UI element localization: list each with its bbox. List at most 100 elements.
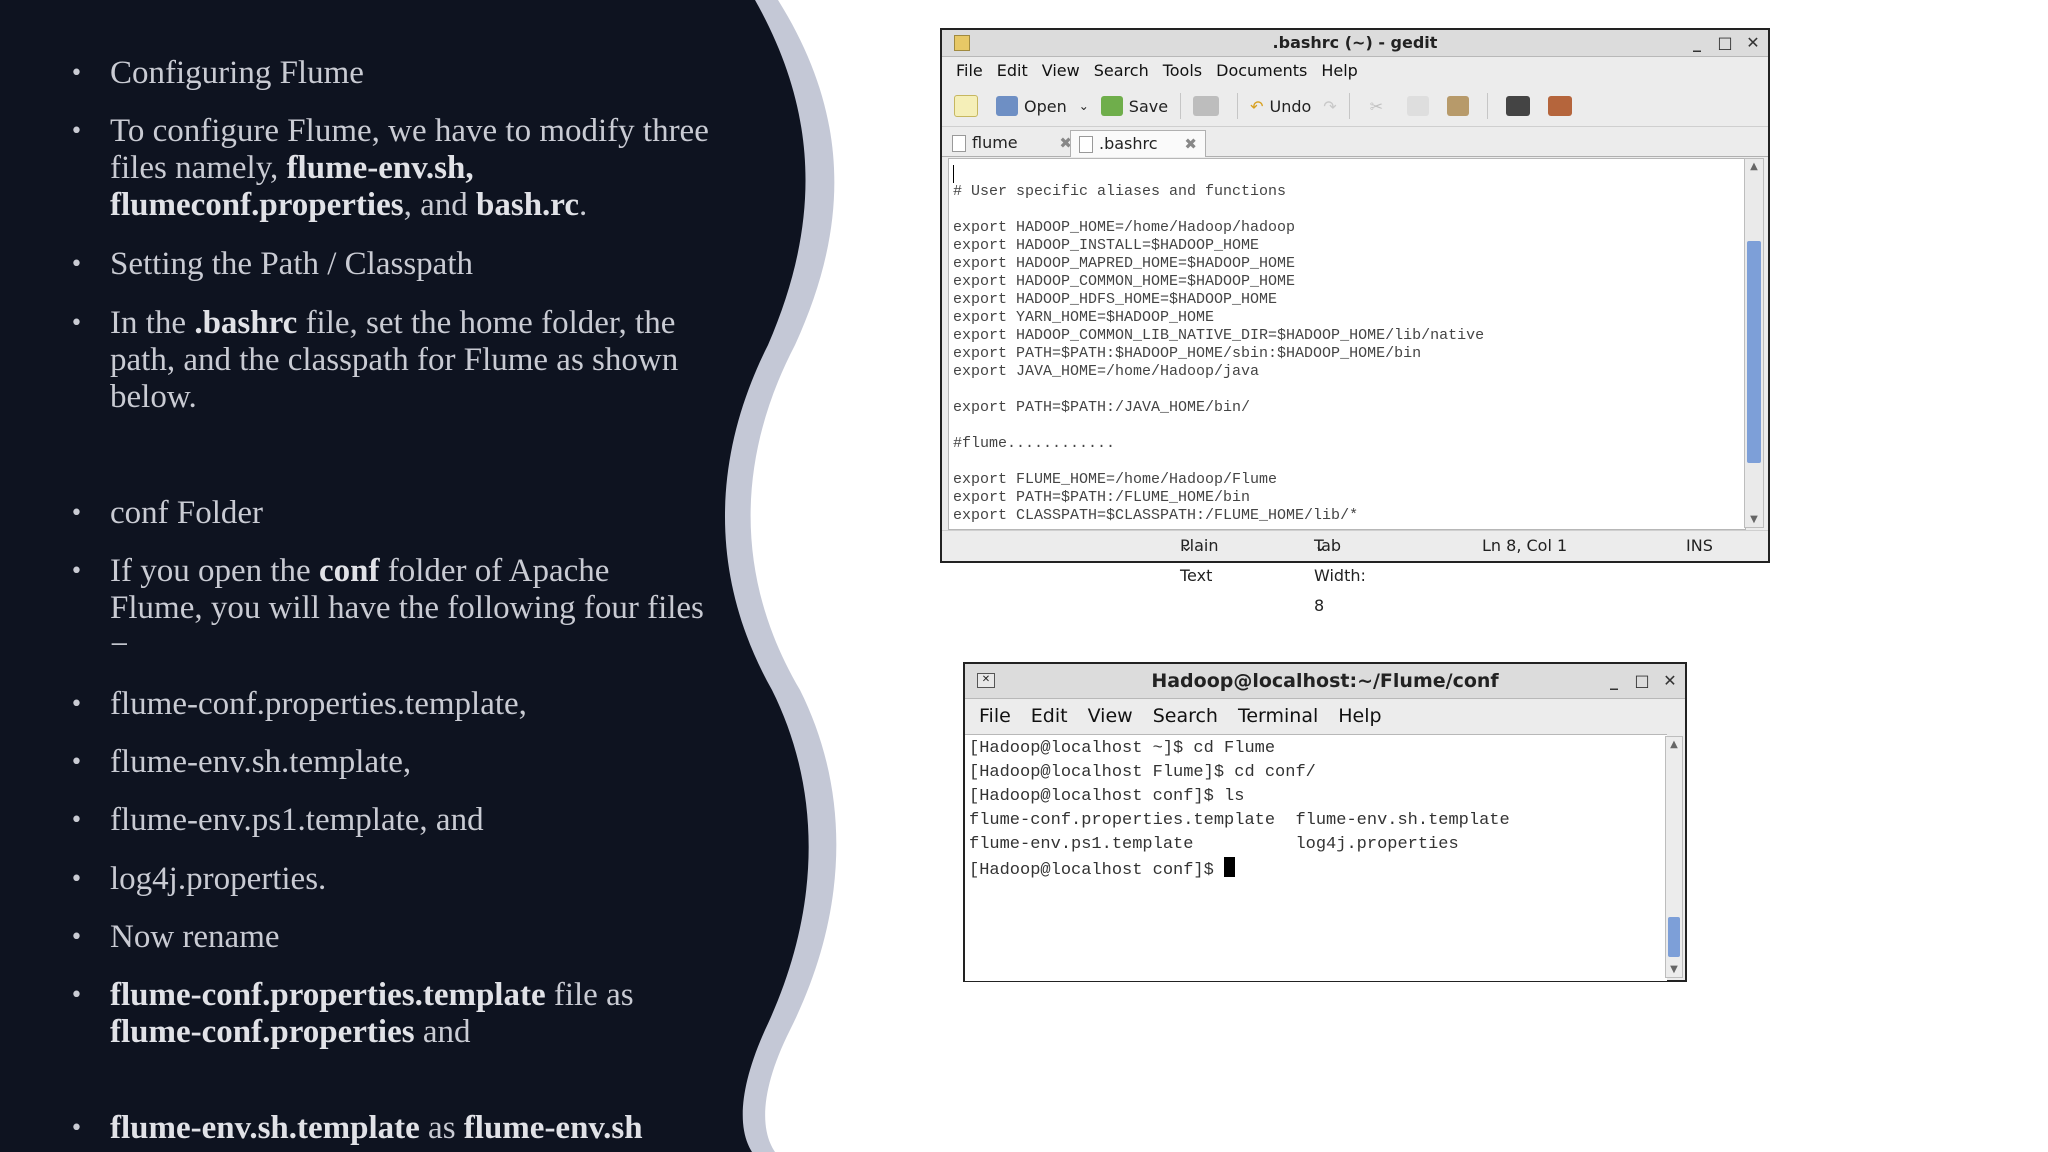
language-selector[interactable]: Plain Text ⌄ <box>1180 531 1218 585</box>
menu-file[interactable]: File <box>956 58 983 84</box>
code-line: export HADOOP_COMMON_HOME=$HADOOP_HOME <box>953 273 1296 290</box>
scroll-up-icon[interactable]: ▲ <box>1666 739 1682 750</box>
menu-view[interactable]: View <box>1088 700 1133 732</box>
menu-terminal[interactable]: Terminal <box>1238 700 1318 732</box>
scissors-icon: ✂ <box>1369 96 1384 116</box>
code-line: export HADOOP_HOME=/home/Hadoop/hadoop <box>953 219 1296 236</box>
save-icon <box>1100 96 1123 116</box>
save-button[interactable]: Save <box>1100 96 1169 116</box>
code-line: #flume............ <box>953 435 1116 452</box>
terminal-menubar: File Edit View Search Terminal Help <box>965 700 1685 732</box>
tab-flume[interactable]: flume ✖ <box>944 130 1074 156</box>
bullet-text: flume-env.sh.template, <box>110 744 412 780</box>
tab-label: flume <box>972 133 1018 152</box>
binoculars-icon <box>1506 96 1531 116</box>
new-document-icon <box>954 95 978 117</box>
bullet-dot-icon: • <box>70 750 83 775</box>
redo-arrow-icon: ↷ <box>1323 96 1337 116</box>
code-line: export PATH=$PATH:/JAVA_HOME/bin/ <box>953 399 1251 416</box>
undo-arrow-icon: ↶ <box>1250 96 1264 116</box>
gedit-app-icon <box>954 35 970 51</box>
cursor-position: Ln 8, Col 1 <box>1482 536 1568 555</box>
find-button[interactable] <box>1500 96 1536 116</box>
close-button[interactable]: ✕ <box>1661 664 1679 698</box>
toolbar-separator <box>1237 93 1239 119</box>
code-line: export PATH=$PATH:/FLUME_HOME/bin <box>953 489 1251 506</box>
bullet-text: flume-env.ps1.template, and <box>110 802 484 838</box>
find-replace-icon <box>1548 96 1573 116</box>
copy-button[interactable] <box>1395 96 1435 116</box>
cut-button[interactable]: ✂ <box>1362 97 1383 116</box>
menu-edit[interactable]: Edit <box>997 58 1028 84</box>
menu-edit[interactable]: Edit <box>1031 700 1068 732</box>
editor-scrollbar[interactable]: ▲ ▼ <box>1744 158 1764 528</box>
tab-label: .bashrc <box>1099 134 1158 153</box>
maximize-button[interactable]: □ <box>1633 664 1651 698</box>
undo-button[interactable]: ↶ Undo <box>1250 97 1311 116</box>
redo-button[interactable]: ↷ <box>1323 97 1336 116</box>
bullet-text: log4j.properties. <box>110 861 327 897</box>
print-button[interactable] <box>1193 96 1225 116</box>
bullet-text: To configure Flume, we have to modify th… <box>110 113 709 223</box>
code-line: export FLUME_HOME=/home/Hadoop/Flume <box>953 471 1278 488</box>
new-document-button[interactable] <box>954 95 984 117</box>
close-icon[interactable]: ✖ <box>1184 131 1197 157</box>
bullet-dot-icon: • <box>70 867 83 892</box>
bullet-dot-icon: • <box>70 1116 83 1141</box>
close-button[interactable]: ✕ <box>1744 30 1762 56</box>
chevron-down-icon[interactable]: ⌄ <box>1079 99 1089 113</box>
code-line: export HADOOP_COMMON_LIB_NATIVE_DIR=$HAD… <box>953 327 1485 344</box>
terminal-window: ✕ Hadoop@localhost:~/Flume/conf _ □ ✕ Fi… <box>963 662 1687 982</box>
bullet-dot-icon: • <box>70 559 83 584</box>
minimize-button[interactable]: _ <box>1688 30 1706 56</box>
menu-view[interactable]: View <box>1042 58 1080 84</box>
code-line <box>953 165 955 183</box>
bullet-dot-icon: • <box>70 61 83 86</box>
menu-search[interactable]: Search <box>1094 58 1149 84</box>
code-line: export JAVA_HOME=/home/Hadoop/java <box>953 363 1260 380</box>
menu-help[interactable]: Help <box>1338 700 1381 732</box>
terminal-prompt-line[interactable]: [Hadoop@localhost conf]$ <box>969 857 1510 883</box>
terminal-line: flume-env.ps1.template log4j.properties <box>969 835 1459 854</box>
code-line: export HADOOP_HDFS_HOME=$HADOOP_HOME <box>953 291 1278 308</box>
maximize-button[interactable]: □ <box>1716 30 1734 56</box>
paste-button[interactable] <box>1447 96 1475 116</box>
undo-label: Undo <box>1269 96 1312 116</box>
bullet-text: flume-conf.properties.template, <box>110 686 527 722</box>
bullet-text: flume-conf.properties.template file as f… <box>110 977 634 1050</box>
document-icon <box>1079 136 1093 153</box>
menu-help[interactable]: Help <box>1321 58 1357 84</box>
gedit-tab-bar: flume ✖ .bashrc ✖ <box>942 128 1768 157</box>
document-icon <box>952 135 966 152</box>
scrollbar-thumb[interactable] <box>1747 241 1761 463</box>
insert-mode: INS <box>1686 536 1713 555</box>
terminal-screen[interactable]: [Hadoop@localhost ~]$ cd Flume [Hadoop@lo… <box>965 734 1667 981</box>
folder-open-icon <box>996 96 1018 116</box>
gedit-menubar: File Edit View Search Tools Documents He… <box>942 58 1768 84</box>
menu-search[interactable]: Search <box>1153 700 1218 732</box>
open-button[interactable]: Open ⌄ <box>996 96 1089 116</box>
gedit-title: .bashrc (~) - gedit <box>1272 33 1438 52</box>
scroll-down-icon[interactable]: ▼ <box>1666 964 1682 975</box>
menu-file[interactable]: File <box>979 700 1011 732</box>
terminal-app-icon: ✕ <box>977 673 995 688</box>
scroll-up-icon[interactable]: ▲ <box>1745 161 1763 172</box>
terminal-line: [Hadoop@localhost conf]$ ls <box>969 787 1245 806</box>
menu-documents[interactable]: Documents <box>1216 58 1307 84</box>
menu-tools[interactable]: Tools <box>1163 58 1202 84</box>
minimize-button[interactable]: _ <box>1605 664 1623 698</box>
find-replace-button[interactable] <box>1548 96 1578 116</box>
code-editor[interactable]: # User specific aliases and functions ex… <box>948 158 1746 530</box>
scrollbar-thumb[interactable] <box>1668 917 1680 957</box>
tab-bashrc[interactable]: .bashrc ✖ <box>1070 130 1206 157</box>
tab-width-selector[interactable]: Tab Width: 8 ⌄ <box>1314 531 1366 615</box>
save-label: Save <box>1128 96 1169 116</box>
gedit-titlebar: .bashrc (~) - gedit _ □ ✕ <box>942 30 1768 57</box>
code-line: export YARN_HOME=$HADOOP_HOME <box>953 309 1215 326</box>
terminal-scrollbar[interactable]: ▲ ▼ <box>1665 736 1683 978</box>
copy-icon <box>1407 96 1430 116</box>
scroll-down-icon[interactable]: ▼ <box>1745 514 1763 525</box>
terminal-line: flume-conf.properties.template flume-env… <box>969 811 1510 830</box>
